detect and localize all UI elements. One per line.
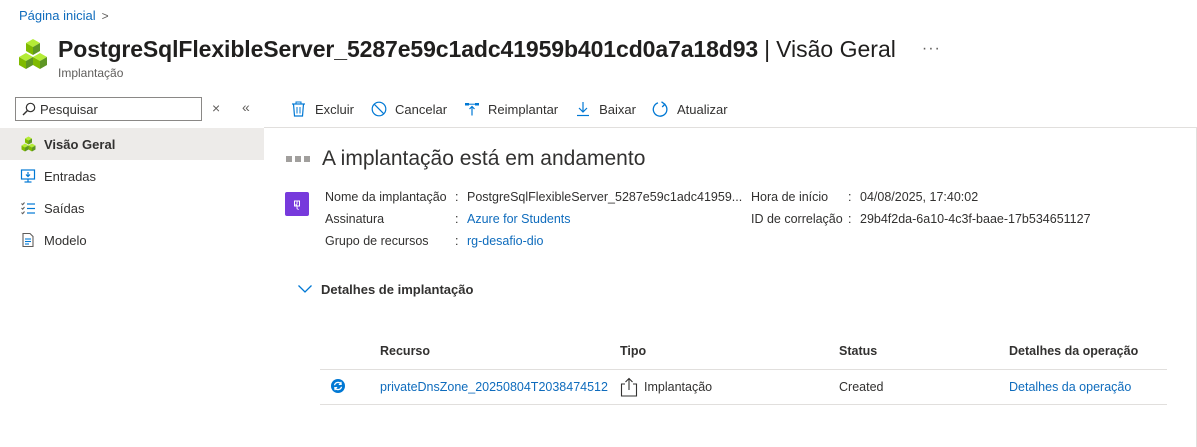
in-progress-icon [286, 156, 310, 162]
redeploy-icon [463, 101, 480, 118]
delete-label: Excluir [315, 101, 355, 117]
resource-group-row: Grupo de recursos : rg-desafio-dio [325, 234, 544, 248]
search-box [15, 97, 202, 121]
subscription-label: Assinatura [325, 212, 385, 226]
deployment-name-label: Nome da implantação [325, 190, 447, 204]
sync-status-icon [331, 378, 345, 393]
template-document-icon [19, 231, 37, 249]
page-section-title: Visão Geral [776, 36, 896, 62]
delete-button[interactable]: Excluir [290, 101, 354, 118]
content-top-divider [264, 127, 1197, 128]
deployment-resource-icon: { [285, 192, 309, 216]
resource-group-label: Grupo de recursos [325, 234, 429, 248]
start-time-label: Hora de início [751, 190, 829, 204]
breadcrumb: Página inicial > [19, 8, 109, 23]
search-icon [22, 102, 36, 116]
correlation-id-label: ID de correlação [751, 212, 843, 226]
start-time-row: Hora de início : 04/08/2025, 17:40:02 [751, 190, 979, 204]
collapse-sidebar-button[interactable]: « [242, 99, 250, 115]
deployment-cubes-icon [19, 135, 37, 153]
sidebar-item-label: Entradas [44, 168, 97, 184]
column-header-type: Tipo [620, 343, 647, 358]
deployment-properties-left: Nome da implantação : PostgreSqlFlexible… [325, 186, 742, 252]
redeploy-button[interactable]: Reimplantar [463, 101, 558, 118]
resource-group-link[interactable]: rg-desafio-dio [467, 234, 543, 248]
type-label: Implantação [644, 380, 713, 394]
deployment-details-toggle[interactable]: Detalhes de implantação [297, 281, 473, 297]
redeploy-label: Reimplantar [488, 101, 559, 117]
type-cell: Implantação [620, 377, 839, 397]
title-separator: | [764, 36, 771, 62]
clear-search-button[interactable]: × [212, 100, 220, 116]
deployment-details-table: Recurso Tipo Status Detalhes da operação… [320, 332, 1167, 405]
sidebar-item-inputs[interactable]: Entradas [0, 160, 264, 192]
sidebar-item-outputs[interactable]: Saídas [0, 192, 264, 224]
correlation-id-row: ID de correlação : 29b4f2da-6a10-4c3f-ba… [751, 212, 1091, 226]
inputs-monitor-icon [19, 167, 37, 185]
cancel-button[interactable]: Cancelar [370, 101, 447, 118]
subscription-row: Assinatura : Azure for Students [325, 212, 571, 226]
deployment-status: A implantação está em andamento [286, 147, 645, 171]
breadcrumb-separator: > [101, 8, 109, 23]
sidebar-item-label: Visão Geral [44, 136, 116, 152]
sidebar-item-template[interactable]: Modelo [0, 224, 264, 256]
correlation-id-value: 29b4f2da-6a10-4c3f-baae-17b534651127 [860, 212, 1091, 226]
subscription-link[interactable]: Azure for Students [467, 212, 571, 226]
cancel-icon [370, 101, 387, 118]
search-input[interactable] [40, 101, 190, 117]
deployment-cubes-icon [19, 39, 47, 69]
start-time-value: 04/08/2025, 17:40:02 [860, 190, 979, 204]
deployment-name-row: Nome da implantação : PostgreSqlFlexible… [325, 190, 743, 204]
column-header-operation-details: Detalhes da operação [1009, 343, 1139, 358]
page-header: PostgreSqlFlexibleServer_5287e59c1adc419… [18, 36, 941, 80]
sidebar: Visão Geral Entradas Saídas Modelo [0, 128, 264, 256]
deployment-properties-right: Hora de início : 04/08/2025, 17:40:02 ID… [751, 186, 1091, 230]
deployment-name-value: PostgreSqlFlexibleServer_5287e59c1adc419… [467, 190, 743, 204]
download-icon [574, 101, 591, 118]
sidebar-item-label: Modelo [44, 232, 87, 248]
refresh-button[interactable]: Atualizar [652, 100, 728, 118]
sidebar-item-label: Saídas [44, 200, 85, 216]
sidebar-item-overview[interactable]: Visão Geral [0, 128, 264, 160]
table-row: privateDnsZone_20250804T2038474512 Impla… [320, 370, 1167, 405]
column-header-status: Status [839, 343, 878, 358]
chevron-down-icon [298, 285, 312, 293]
breadcrumb-home-link[interactable]: Página inicial [19, 8, 96, 23]
command-bar: Excluir Cancelar Reimplantar Baixar Atua… [290, 97, 744, 121]
column-header-resource: Recurso [380, 343, 431, 358]
cancel-label: Cancelar [395, 101, 448, 117]
refresh-label: Atualizar [677, 101, 728, 117]
page-subtitle: Implantação [58, 66, 124, 80]
outputs-list-icon [19, 199, 37, 217]
deployment-details-label: Detalhes de implantação [321, 281, 474, 297]
status-cell: Created [839, 380, 884, 394]
operation-details-link[interactable]: Detalhes da operação [1009, 380, 1167, 394]
status-title: A implantação está em andamento [322, 147, 646, 170]
download-button[interactable]: Baixar [574, 101, 636, 118]
deployment-upload-icon [620, 377, 638, 397]
resource-link[interactable]: privateDnsZone_20250804T2038474512 [380, 380, 620, 394]
more-options-button[interactable]: ··· [922, 40, 941, 58]
refresh-icon [652, 100, 669, 118]
table-header: Recurso Tipo Status Detalhes da operação [320, 332, 1167, 370]
trash-icon [290, 101, 307, 118]
download-label: Baixar [599, 101, 636, 117]
page-title: PostgreSqlFlexibleServer_5287e59c1adc419… [58, 36, 759, 62]
